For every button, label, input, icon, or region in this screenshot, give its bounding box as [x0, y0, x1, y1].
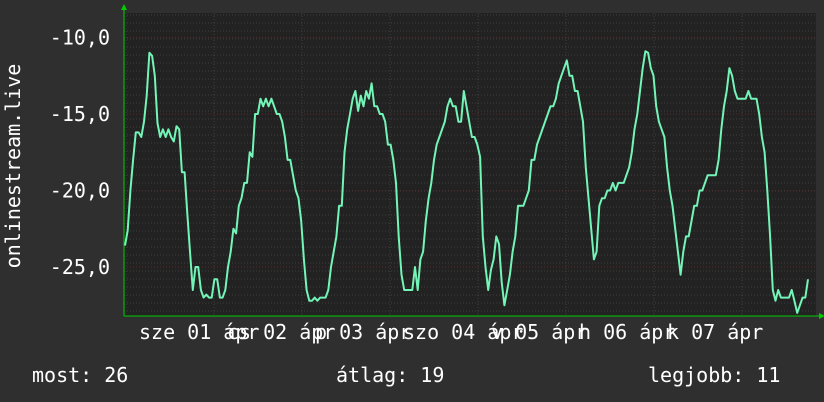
- x-tick-label: h 06 ápr: [579, 320, 675, 344]
- x-axis-arrow: [819, 313, 824, 319]
- x-tick-labels: sze 01 áprcs 02 áprp 03 áprszo 04 áprv 0…: [139, 320, 763, 344]
- y-tick-label: -20,0: [50, 179, 110, 203]
- x-tick-label: v 05 ápr: [491, 320, 587, 344]
- stat-current: most: 26: [32, 363, 129, 387]
- y-tick-label: -10,0: [50, 25, 110, 49]
- y-axis-arrow: [121, 4, 127, 10]
- y-axis-label: onlinestream.live: [1, 64, 25, 269]
- y-tick-label: -15,0: [50, 102, 110, 126]
- y-tick-label: -25,0: [50, 255, 110, 279]
- stat-best: legjobb: 11: [648, 363, 781, 387]
- chart: -10,0 -15,0 -20,0 -25,0 sze 01 áprcs 02 ápr…: [1, 4, 824, 344]
- y-tick-labels: -10,0 -15,0 -20,0 -25,0: [50, 25, 110, 279]
- stat-average: átlag: 19: [336, 363, 445, 387]
- x-tick-label: k 07 ápr: [667, 320, 763, 344]
- x-tick-label: p 03 ápr: [315, 320, 411, 344]
